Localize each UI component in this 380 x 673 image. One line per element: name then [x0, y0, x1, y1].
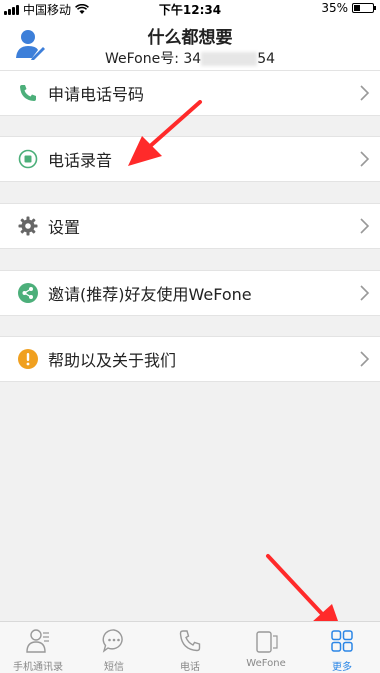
share-icon	[18, 283, 38, 303]
tab-label: 手机通讯录	[13, 662, 63, 673]
tab-bar: 手机通讯录 短信 电话 WeFone 更多	[0, 621, 380, 673]
page-title: 什么都想要	[147, 28, 233, 48]
menu-item-label: 设置	[48, 218, 81, 237]
battery-level	[354, 5, 360, 11]
account-prefix: WeFone号: 34	[104, 51, 202, 67]
tab-calls[interactable]: 电话	[152, 622, 228, 673]
menu-item-invite-friends[interactable]: 邀请(推荐)好友使用WeFone	[0, 270, 380, 316]
message-icon	[102, 629, 123, 653]
chevron-right-icon	[360, 151, 370, 167]
chevron-right-icon	[360, 218, 370, 234]
tab-more[interactable]: 更多	[304, 622, 380, 673]
battery-percent: 35%	[321, 1, 348, 15]
status-bar: 中国移动 下午12:34 35%	[0, 0, 380, 18]
tab-label: 更多	[332, 662, 352, 673]
tab-contacts[interactable]: 手机通讯录	[0, 622, 76, 673]
redacted-block	[201, 52, 258, 66]
menu-item-help-about[interactable]: 帮助以及关于我们	[0, 336, 380, 382]
contacts-icon	[26, 629, 49, 653]
chevron-right-icon	[360, 85, 370, 101]
menu-item-label: 帮助以及关于我们	[48, 351, 177, 370]
phone-icon	[179, 630, 201, 652]
tab-label: 短信	[104, 662, 124, 673]
profile-header: 什么都想要 WeFone号: 34 54	[0, 18, 380, 70]
tab-wefone[interactable]: WeFone	[228, 622, 304, 673]
record-icon	[18, 149, 38, 169]
tab-label: WeFone	[246, 658, 286, 669]
menu-item-label: 邀请(推荐)好友使用WeFone	[48, 285, 252, 304]
gear-icon	[18, 216, 38, 236]
grid-icon	[331, 630, 353, 652]
battery-icon	[352, 3, 376, 13]
phone-icon	[20, 85, 36, 101]
account-number: WeFone号: 34 54	[0, 48, 380, 68]
menu-item-label: 电话录音	[48, 151, 113, 170]
wefone-icon	[256, 631, 278, 653]
chevron-right-icon	[360, 351, 370, 367]
tab-label: 电话	[180, 662, 200, 673]
menu-item-label: 申请电话号码	[48, 85, 145, 104]
menu-item-apply-number[interactable]: 申请电话号码	[0, 70, 380, 116]
tab-messages[interactable]: 短信	[76, 622, 152, 673]
status-right: 35%	[321, 1, 376, 15]
info-icon	[18, 349, 38, 369]
menu-item-call-recording[interactable]: 电话录音	[0, 136, 380, 182]
account-suffix: 54	[257, 51, 276, 67]
menu-item-settings[interactable]: 设置	[0, 203, 380, 249]
chevron-right-icon	[360, 285, 370, 301]
